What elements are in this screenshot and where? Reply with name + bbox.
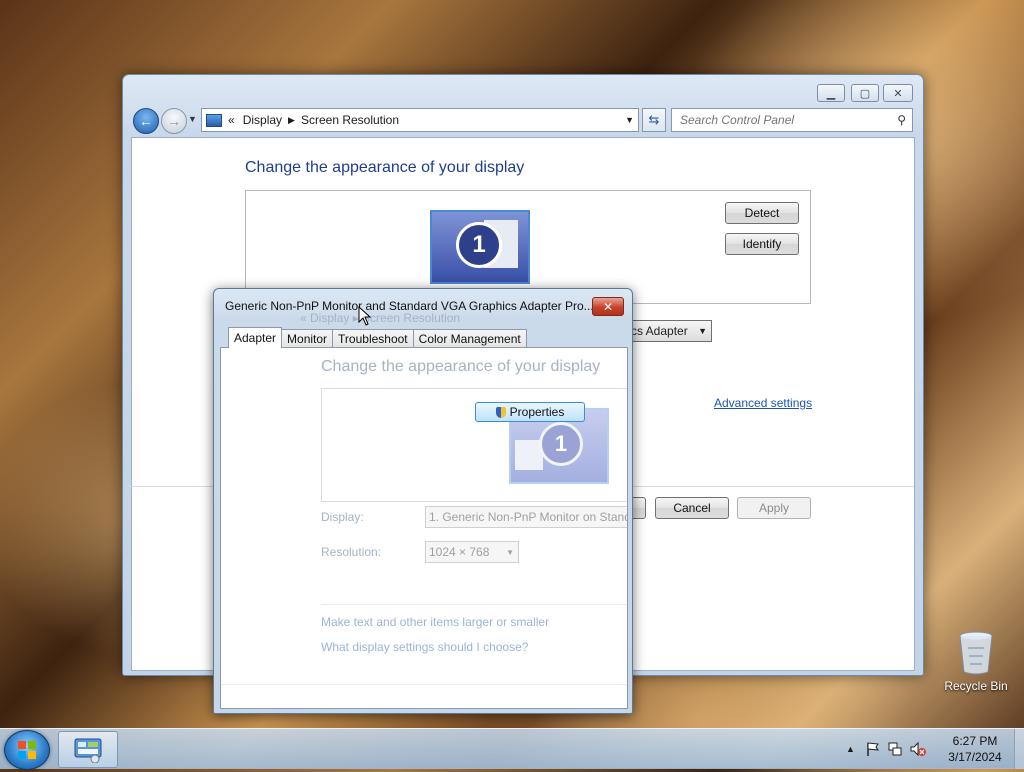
breadcrumb-overflow[interactable]: « (228, 113, 235, 127)
cancel-button[interactable]: Cancel (655, 497, 729, 519)
action-center-flag-icon[interactable] (865, 741, 881, 757)
recent-pages-chevron-icon[interactable]: ▼ (188, 114, 197, 124)
show-desktop-button[interactable] (1014, 729, 1024, 769)
ghost-chevron-down-icon: ▼ (506, 547, 514, 557)
tab-monitor[interactable]: Monitor (281, 329, 334, 347)
refresh-button[interactable]: ⇆ (642, 108, 666, 132)
close-icon: ✕ (602, 299, 614, 314)
address-dropdown-icon[interactable]: ▼ (625, 115, 634, 125)
mouse-cursor-icon (358, 306, 372, 326)
search-box[interactable]: ⚲ (671, 108, 913, 132)
forward-arrow-icon: → (167, 113, 181, 129)
control-panel-icon (74, 738, 102, 763)
breadcrumb-separator-icon[interactable]: ▶ (288, 115, 295, 126)
chevron-down-icon: ▼ (698, 326, 707, 336)
back-button[interactable]: ← (133, 108, 159, 134)
ghost-resolution-label: Resolution: (321, 545, 382, 559)
taskbar-control-panel-button[interactable] (58, 731, 118, 768)
ghost-display-label: Display: (321, 510, 364, 524)
ghost-address-text: « Display ▸ Screen Resolution (300, 313, 461, 325)
ghost-resolution-field: 1024 × 768 ▼ (425, 541, 519, 563)
breadcrumb-screen-resolution[interactable]: Screen Resolution (301, 113, 399, 127)
forward-button[interactable]: → (161, 108, 187, 134)
ghost-heading: Change the appearance of your display (321, 358, 601, 375)
ghost-resolution-value: 1024 × 768 (429, 545, 490, 559)
apply-button: Apply (737, 497, 811, 519)
ghost-link-larger-text: Make text and other items larger or smal… (321, 615, 550, 629)
maximize-button[interactable]: ▢ (851, 84, 879, 102)
tab-adapter[interactable]: Adapter (228, 327, 283, 348)
advanced-settings-link[interactable]: Advanced settings (714, 396, 812, 410)
back-arrow-icon: ← (139, 113, 153, 129)
display-dropdown-value: cs Adapter (631, 324, 688, 338)
uac-shield-icon (495, 406, 506, 418)
page-heading: Change the appearance of your display (245, 159, 525, 176)
clock-date: 3/17/2024 (948, 750, 1002, 764)
ghost-display-field: 1. Generic Non-PnP Monitor on Standard (425, 506, 627, 528)
ghost-address-bar: « Display ▸ Screen Resolution (220, 313, 626, 325)
adapter-properties-dialog: Generic Non-PnP Monitor and Standard VGA… (213, 288, 633, 714)
dialog-title: Generic Non-PnP Monitor and Standard VGA… (225, 299, 594, 313)
dialog-tabs: Adapter Monitor Troubleshoot Color Manag… (228, 327, 527, 348)
search-icon[interactable]: ⚲ (897, 113, 906, 127)
taskbar-clock[interactable]: 6:27 PM 3/17/2024 (940, 733, 1010, 765)
windows-logo-icon (18, 741, 36, 759)
minimize-button[interactable]: ▁ (817, 84, 845, 102)
tab-color-management[interactable]: Color Management (412, 329, 527, 347)
ghost-link-display-settings: What display settings should I choose? (321, 640, 529, 654)
tab-troubleshoot[interactable]: Troubleshoot (332, 329, 414, 347)
monitor-1-preview[interactable]: 1 (430, 210, 530, 284)
refresh-icon: ⇆ (648, 112, 660, 127)
close-button[interactable]: ✕ (883, 84, 913, 102)
address-bar[interactable]: « Display ▶ Screen Resolution ▼ (201, 108, 639, 132)
recycle-bin-label: Recycle Bin (944, 679, 1008, 693)
clock-time: 6:27 PM (952, 734, 998, 748)
monitor-number-badge: 1 (456, 222, 502, 268)
properties-button[interactable]: Properties (475, 402, 585, 422)
search-input[interactable] (678, 112, 892, 128)
volume-muted-icon[interactable] (909, 741, 927, 757)
ghost-separator (321, 604, 627, 605)
recycle-bin-icon (959, 631, 993, 675)
detect-button[interactable]: Detect (725, 202, 799, 224)
ghost-bottom-separator (221, 684, 627, 685)
system-tray: ▲ (846, 729, 927, 769)
identify-button[interactable]: Identify (725, 233, 799, 255)
adapter-tab-pane: Change the appearance of your display 1 … (220, 347, 628, 709)
recycle-bin-shortcut[interactable]: Recycle Bin (942, 630, 1010, 693)
ghost-monitor-badge: 1 (539, 422, 583, 466)
start-button[interactable] (4, 730, 50, 770)
display-dropdown[interactable]: cs Adapter ▼ (620, 320, 712, 342)
taskbar: ▲ 6:27 PM 3/17/2024 (0, 728, 1024, 770)
display-control-panel-icon (206, 113, 222, 127)
network-icon[interactable] (887, 741, 903, 757)
properties-button-label: Properties (509, 405, 565, 419)
show-hidden-icons-icon[interactable]: ▲ (846, 744, 855, 754)
breadcrumb-display[interactable]: Display (243, 113, 282, 127)
